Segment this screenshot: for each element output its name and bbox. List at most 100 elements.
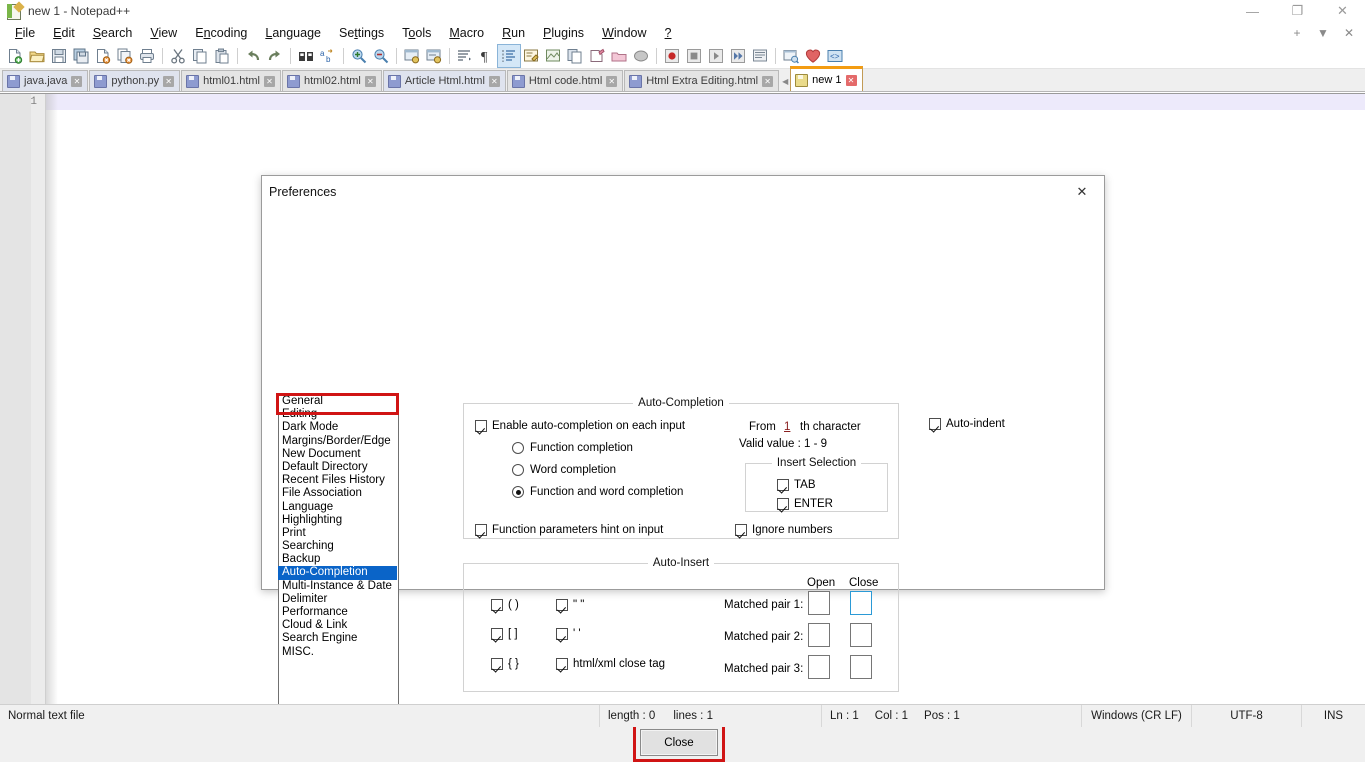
zoom-out-icon[interactable] [370,45,392,67]
indent-guide-icon[interactable] [498,45,520,67]
close-button[interactable]: Close [640,729,718,756]
tab-new-1[interactable]: new 1 ✕ [790,66,862,91]
paste-icon[interactable] [211,45,233,67]
menu-macro[interactable]: Macro [440,24,493,42]
sidebar-item-cloud-link[interactable]: Cloud & Link [278,619,397,632]
new-file-icon[interactable] [4,45,26,67]
new-tab-button[interactable]: + [1285,23,1309,43]
show-all-characters-icon[interactable]: ¶ [476,45,498,67]
auto-indent-checkbox[interactable]: Auto-indent [929,418,1005,430]
auto-insert-braces-checkbox[interactable]: { } [491,658,519,670]
tab-close-icon[interactable]: ✕ [264,76,275,87]
radio-function-completion[interactable]: Function completion [512,442,633,454]
sidebar-item-performance[interactable]: Performance [278,606,397,619]
menu-run[interactable]: Run [493,24,534,42]
ignore-numbers-checkbox[interactable]: Ignore numbers [735,524,833,536]
preferences-gear-icon[interactable]: <> [824,45,846,67]
matched-pair-2-open-input[interactable] [808,623,830,647]
from-character-input[interactable]: 1 [784,421,790,433]
tab-close-icon[interactable]: ✕ [606,76,617,87]
matched-pair-3-open-input[interactable] [808,655,830,679]
print-icon[interactable] [136,45,158,67]
close-all-files-icon[interactable] [114,45,136,67]
menu-language[interactable]: Language [256,24,330,42]
sync-vertical-scroll-icon[interactable] [401,45,423,67]
tab-close-icon[interactable]: ✕ [71,76,82,87]
sidebar-item-highlighting[interactable]: Highlighting [278,514,397,527]
radio-function-and-word-completion[interactable]: Function and word completion [512,486,683,498]
function-parameters-hint-checkbox[interactable]: Function parameters hint on input [475,524,663,536]
auto-insert-brackets-checkbox[interactable]: [ ] [491,628,518,640]
sidebar-item-multi-instance-date[interactable]: Multi-Instance & Date [278,580,397,593]
sidebar-item-recent-files-history[interactable]: Recent Files History [278,474,397,487]
sidebar-item-dark-mode[interactable]: Dark Mode [278,421,397,434]
tab-close-icon[interactable]: ✕ [489,76,500,87]
record-macro-icon[interactable] [661,45,683,67]
sidebar-item-margins-border-edge[interactable]: Margins/Border/Edge [278,435,397,448]
close-tab-button[interactable]: ✕ [1337,23,1361,43]
undo-icon[interactable] [242,45,264,67]
auto-insert-single-quotes-checkbox[interactable]: ' ' [556,628,581,640]
function-list-icon[interactable] [564,45,586,67]
menu-plugins[interactable]: Plugins [534,24,593,42]
status-eol[interactable]: Windows (CR LF) [1082,705,1192,727]
sidebar-item-search-engine[interactable]: Search Engine [278,632,397,645]
preferences-icon[interactable] [630,45,652,67]
run-macro-multiple-icon[interactable] [727,45,749,67]
menu-window[interactable]: Window [593,24,655,42]
sync-horizontal-scroll-icon[interactable] [423,45,445,67]
word-wrap-icon[interactable] [454,45,476,67]
close-icon[interactable]: ✕ [1320,0,1365,22]
sidebar-item-backup[interactable]: Backup [278,553,397,566]
status-encoding[interactable]: UTF-8 [1192,705,1302,727]
tab-html-extra-editing-html[interactable]: Html Extra Editing.html ✕ [624,70,779,91]
tab-close-icon[interactable]: ✕ [762,76,773,87]
close-file-icon[interactable] [92,45,114,67]
menu-encoding[interactable]: Encoding [186,24,256,42]
menu-view[interactable]: View [141,24,186,42]
matched-pair-2-close-input[interactable] [850,623,872,647]
cut-icon[interactable] [167,45,189,67]
auto-insert-html-xml-close-tag-checkbox[interactable]: html/xml close tag [556,658,665,670]
sidebar-item-file-association[interactable]: File Association [278,487,397,500]
tab-html-code-html[interactable]: Html code.html ✕ [507,70,623,91]
save-all-icon[interactable] [70,45,92,67]
sidebar-item-editing[interactable]: Editing [278,408,397,421]
matched-pair-1-close-input[interactable] [850,591,872,615]
minimize-icon[interactable]: — [1230,0,1275,22]
monitoring-icon[interactable] [608,45,630,67]
tab-python-py[interactable]: python.py ✕ [89,70,180,91]
find-icon[interactable] [295,45,317,67]
tab-article-html-html[interactable]: Article Html.html ✕ [383,70,506,91]
radio-word-completion[interactable]: Word completion [512,464,616,476]
enable-auto-completion-checkbox[interactable]: Enable auto-completion on each input [475,420,685,432]
run-icon[interactable] [780,45,802,67]
menu-settings[interactable]: Settings [330,24,393,42]
save-macro-icon[interactable] [749,45,771,67]
restore-icon[interactable]: ❐ [1275,0,1320,22]
sidebar-item-general[interactable]: General [278,395,397,408]
tab-close-icon[interactable]: ✕ [365,76,376,87]
play-macro-icon[interactable] [705,45,727,67]
user-defined-dialog-icon[interactable] [520,45,542,67]
menu-file[interactable]: File [6,24,44,42]
tab-html01-html[interactable]: html01.html ✕ [181,70,281,91]
sidebar-item-language[interactable]: Language [278,501,397,514]
sidebar-item-misc[interactable]: MISC. [278,646,397,659]
show-document-map-icon[interactable] [542,45,564,67]
redo-icon[interactable] [264,45,286,67]
menu-help[interactable]: ? [656,24,681,42]
replace-icon[interactable]: ab [317,45,339,67]
save-icon[interactable] [48,45,70,67]
tab-java-java[interactable]: java.java ✕ [2,70,88,91]
matched-pair-1-open-input[interactable] [808,591,830,615]
tab-close-icon[interactable]: ✕ [846,75,857,86]
sidebar-item-default-directory[interactable]: Default Directory [278,461,397,474]
tab-scroll-left-icon[interactable]: ◀ [780,71,790,91]
dialog-close-icon[interactable]: ✕ [1060,176,1104,207]
document-list-button[interactable]: ▼ [1311,23,1335,43]
sidebar-item-delimiter[interactable]: Delimiter [278,593,397,606]
tab-close-icon[interactable]: ✕ [163,76,174,87]
stop-macro-icon[interactable] [683,45,705,67]
menu-search[interactable]: Search [84,24,142,42]
